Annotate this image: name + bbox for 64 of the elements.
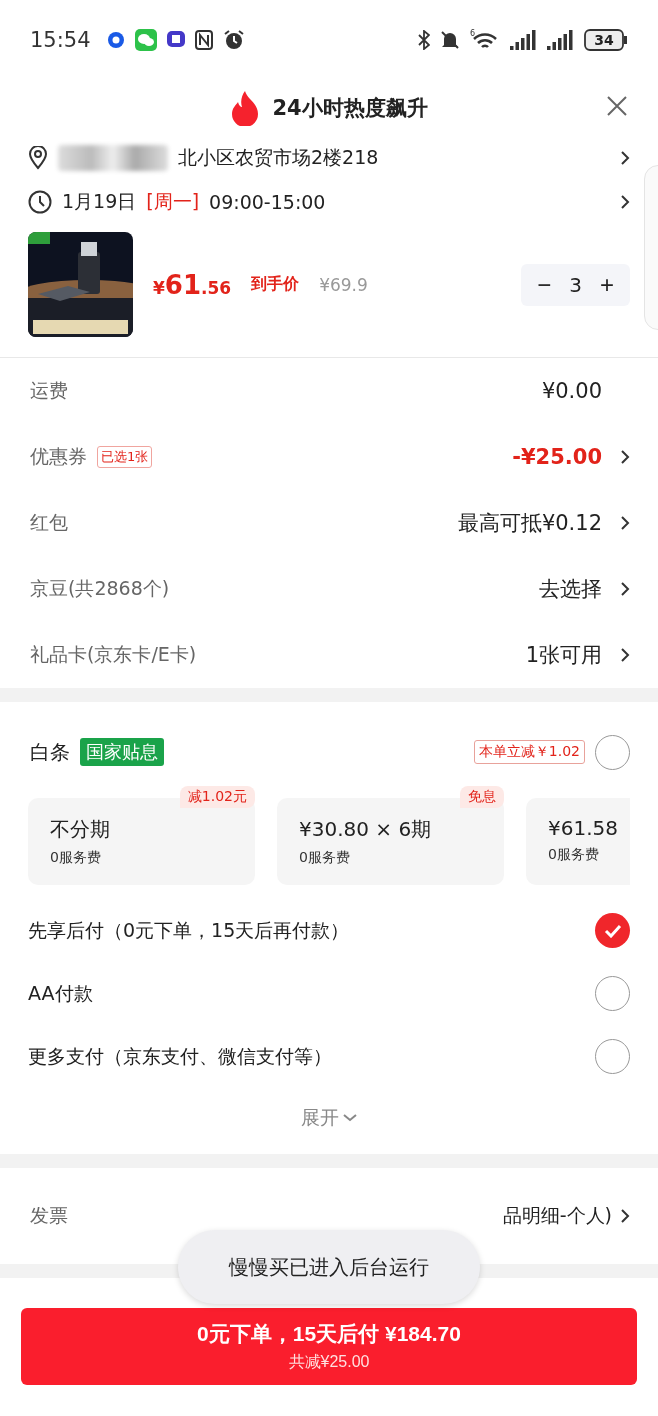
delivery-weekday: [周一] xyxy=(146,189,200,214)
coupon-tag: 已选1张 xyxy=(97,446,153,468)
signal-icon xyxy=(510,30,537,50)
check-button[interactable] xyxy=(595,913,630,948)
chat-app-icon xyxy=(134,29,157,51)
flame-icon xyxy=(230,90,261,126)
row-value: 最高可抵¥0.12 xyxy=(457,510,602,537)
chevron-down-icon xyxy=(343,1114,357,1122)
quantity-value: 3 xyxy=(569,272,582,297)
plan-tag: 免息 xyxy=(460,786,504,808)
row-value: -¥25.00 xyxy=(512,445,602,469)
subsidy-badge: 国家贴息 xyxy=(80,738,164,766)
row-value: 去选择 xyxy=(539,576,602,603)
original-price: ¥69.9 xyxy=(319,274,368,295)
row-value: ¥0.00 xyxy=(541,379,602,403)
increase-button[interactable]: + xyxy=(596,270,618,299)
radio-button[interactable] xyxy=(595,1039,630,1074)
decrease-button[interactable]: − xyxy=(533,270,556,299)
row-label: 红包 xyxy=(30,510,68,535)
expand-button[interactable]: 展开 xyxy=(295,1088,363,1148)
submit-order-button[interactable]: 0元下单，15天后付 ¥184.70 共减¥25.00 xyxy=(21,1308,637,1385)
payment-option-label: AA付款 xyxy=(28,980,94,1006)
row-label: 京豆(共2868个) xyxy=(30,576,170,601)
delivery-time: 09:00-15:00 xyxy=(209,191,326,213)
sticker-app-icon xyxy=(166,30,185,50)
row-label: 礼品卡(京东卡/E卡) xyxy=(30,642,197,667)
header-title: 24小时热度飙升 xyxy=(272,95,428,122)
plan-fee: 0服务费 xyxy=(548,846,600,864)
alarm-icon xyxy=(222,29,245,51)
invoice-label: 发票 xyxy=(30,1203,68,1228)
chevron-right-icon xyxy=(620,150,630,166)
chevron-right-icon xyxy=(620,194,630,210)
check-icon xyxy=(603,923,622,938)
clock-icon xyxy=(28,190,52,214)
row-label: 运费 xyxy=(30,378,68,403)
payment-option-label: 更多支付（京东支付、微信支付等） xyxy=(28,1043,333,1069)
toast-message: 慢慢买已进入后台运行 xyxy=(178,1230,480,1304)
price-label: 到手价 xyxy=(251,274,300,295)
plan-tag: 减1.02元 xyxy=(179,786,255,808)
plan-title: 不分期 xyxy=(50,816,111,843)
discount-tag: 本单立减￥1.02 xyxy=(473,740,585,764)
plan-title: ¥30.80 × 6期 xyxy=(299,816,433,843)
muted-bell-icon xyxy=(440,30,460,50)
plan-fee: 0服务费 xyxy=(299,849,351,867)
radio-button[interactable] xyxy=(595,734,630,770)
status-time: 15:54 xyxy=(30,28,91,52)
radio-button[interactable] xyxy=(595,976,630,1011)
nfc-icon xyxy=(194,30,213,50)
delivery-date: 1月19日 xyxy=(62,189,137,214)
address-text: 北小区农贸市场2楼218 xyxy=(178,145,379,170)
baitiao-label: 白条 xyxy=(30,738,70,766)
plan-fee: 0服务费 xyxy=(50,849,102,867)
app-notification-icon xyxy=(106,31,125,49)
signal-icon xyxy=(547,30,574,50)
chevron-right-icon xyxy=(620,1208,630,1224)
payment-option-label: 先享后付（0元下单，15天后再付款） xyxy=(28,917,351,943)
plan-title: ¥61.58 xyxy=(548,816,619,840)
bluetooth-icon xyxy=(418,30,430,50)
invoice-value: 品明细-个人) xyxy=(502,1203,612,1228)
row-value: 1张可用 xyxy=(525,642,602,669)
location-pin-icon xyxy=(28,146,48,170)
installment-card[interactable]: ¥61.58 0服务费 xyxy=(526,798,630,885)
row-label: 优惠券 xyxy=(30,444,87,469)
price: ¥61.56 xyxy=(153,269,232,300)
